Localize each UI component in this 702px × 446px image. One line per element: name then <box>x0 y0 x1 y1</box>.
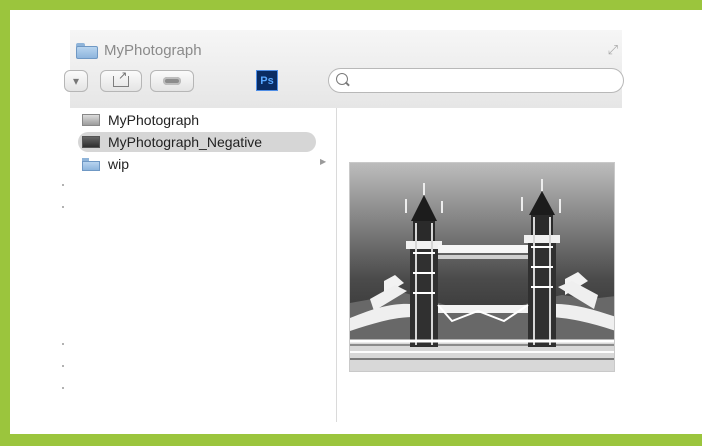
file-list-column: MyPhotograph MyPhotograph_Negative wip ▶ <box>70 108 337 422</box>
tag-icon <box>163 77 181 85</box>
scroll-dot <box>62 365 64 367</box>
search-icon <box>336 73 348 85</box>
folder-disclosure-icon[interactable]: ▶ <box>320 157 326 166</box>
file-row-wip[interactable]: wip <box>78 154 318 174</box>
window-title: MyPhotograph <box>76 42 202 59</box>
file-name: MyPhotograph_Negative <box>108 134 263 150</box>
scroll-dot <box>62 387 64 389</box>
folder-icon <box>76 42 98 59</box>
photoshop-icon[interactable]: Ps <box>256 70 278 91</box>
tower-bridge-negative-image <box>350 163 614 371</box>
window-titlebar: MyPhotograph ⤢ ▾ Ps <box>64 30 624 109</box>
search-input[interactable] <box>351 72 615 92</box>
file-row-myphotograph-negative[interactable]: MyPhotograph_Negative <box>78 132 316 152</box>
window-title-text: MyPhotograph <box>104 42 202 59</box>
file-name: MyPhotograph <box>108 112 200 128</box>
preview-pane <box>337 108 622 422</box>
expand-icon[interactable]: ⤢ <box>608 42 618 58</box>
image-file-icon <box>82 114 100 126</box>
scroll-dot <box>62 184 64 186</box>
file-row-myphotograph[interactable]: MyPhotograph <box>78 110 318 130</box>
negative-image-file-icon <box>82 136 100 148</box>
scroll-dot <box>62 343 64 345</box>
search-field[interactable] <box>328 68 624 93</box>
tag-button[interactable] <box>150 70 194 92</box>
finder-window: MyPhotograph ⤢ ▾ Ps MyPhotograph MyPhoto… <box>64 30 624 422</box>
scroll-dot <box>62 206 64 208</box>
action-button[interactable]: ▾ <box>64 70 88 92</box>
folder-icon <box>82 157 100 171</box>
image-preview <box>349 162 615 372</box>
share-button[interactable] <box>100 69 142 92</box>
file-name: wip <box>108 156 130 172</box>
share-icon <box>113 69 129 87</box>
